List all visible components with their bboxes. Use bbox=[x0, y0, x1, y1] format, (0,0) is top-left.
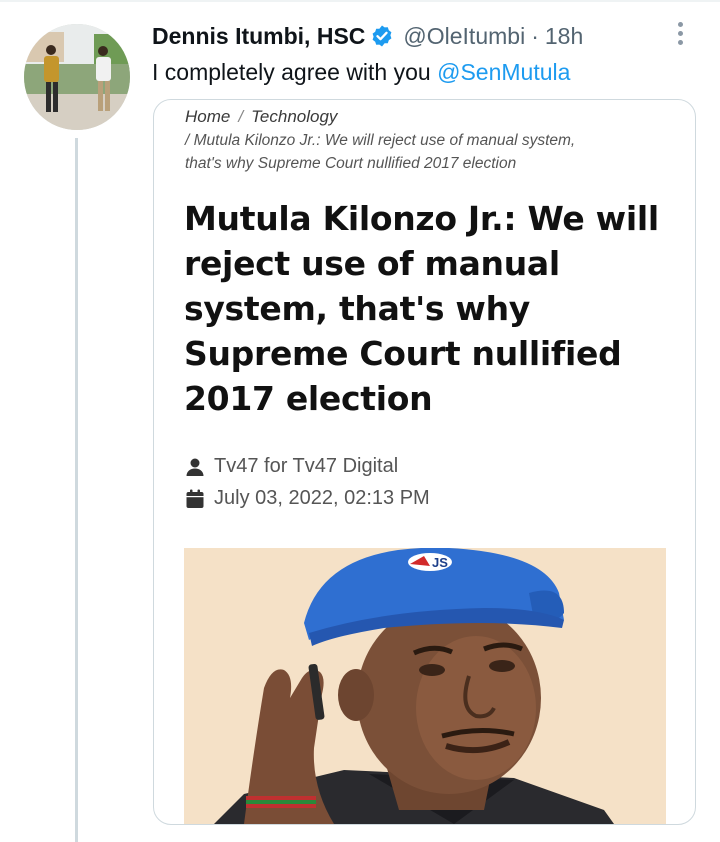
breadcrumb-section: Technology bbox=[251, 107, 338, 126]
media-card[interactable]: Home / Technology / Mutula Kilonzo Jr.: We… bbox=[153, 99, 696, 825]
article-author: Tv47 for Tv47 Digital bbox=[214, 455, 399, 477]
author-name[interactable]: Dennis Itumbi, HSC bbox=[152, 23, 365, 50]
article-author-row: Tv47 for Tv47 Digital bbox=[185, 455, 398, 478]
tweet-text: I completely agree with you @SenMutula bbox=[152, 56, 570, 88]
tweet-text-body: I completely agree with you bbox=[152, 59, 438, 85]
breadcrumb-current: / Mutula Kilonzo Jr.: We will reject use… bbox=[185, 129, 575, 175]
breadcrumb-current-line1: / Mutula Kilonzo Jr.: We will reject use… bbox=[185, 132, 576, 149]
top-divider bbox=[0, 0, 720, 2]
tweet-header: Dennis Itumbi, HSC @OleItumbi · 18h bbox=[152, 20, 583, 52]
breadcrumb-current-line2: that's why Supreme Court nullified 2017 … bbox=[185, 155, 517, 172]
dot-separator: · bbox=[531, 22, 539, 49]
user-icon bbox=[186, 458, 204, 476]
article-date: July 03, 2022, 02:13 PM bbox=[214, 487, 430, 509]
breadcrumb-separator: / bbox=[238, 107, 244, 126]
avatar[interactable] bbox=[24, 24, 130, 130]
article-headline: Mutula Kilonzo Jr.: We will reject use o… bbox=[184, 199, 659, 418]
breadcrumb-home: Home bbox=[185, 107, 231, 126]
thread-line bbox=[75, 138, 78, 842]
cap-logo: JS bbox=[432, 555, 448, 570]
mention-link[interactable]: @SenMutula bbox=[437, 59, 570, 85]
article-photo: JS bbox=[184, 547, 666, 824]
article-date-row: July 03, 2022, 02:13 PM bbox=[185, 487, 430, 510]
breadcrumb: Home / Technology bbox=[185, 107, 337, 127]
more-options-icon[interactable] bbox=[673, 22, 687, 52]
author-handle[interactable]: @OleItumbi bbox=[403, 23, 525, 50]
calendar-icon bbox=[186, 489, 204, 508]
verified-badge-icon bbox=[373, 25, 392, 47]
timestamp[interactable]: 18h bbox=[545, 23, 583, 50]
